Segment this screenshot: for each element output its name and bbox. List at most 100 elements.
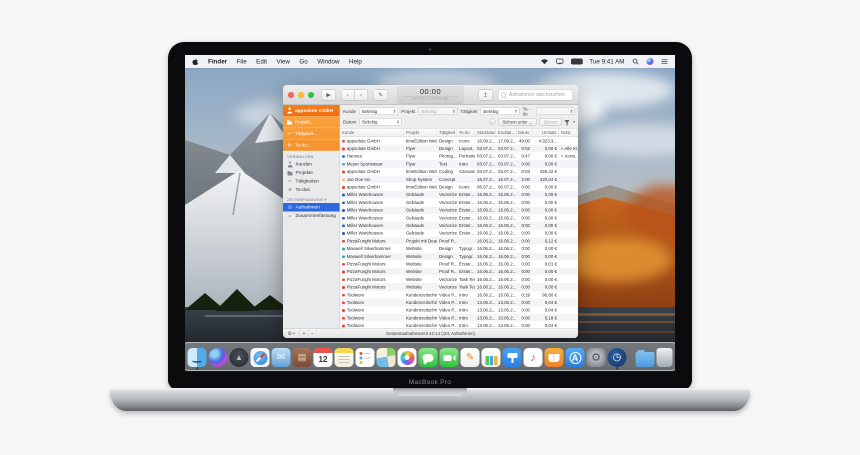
forward-button[interactable]: › xyxy=(354,89,368,101)
sidebar-item[interactable]: ≡ Zusammenfassung xyxy=(283,212,340,221)
display-icon[interactable] xyxy=(555,58,564,65)
dock-icon[interactable] xyxy=(334,348,354,367)
dock-icon[interactable]: 12 xyxy=(313,348,333,367)
table-row[interactable]: Maxwell Silverhammer Website Design Typo… xyxy=(340,252,578,261)
sidebar-item[interactable]: ✂ Tätigkeiten xyxy=(283,177,340,186)
table-header-cell[interactable]: Startdatum xyxy=(475,128,496,137)
back-button[interactable]: ‹ xyxy=(341,89,355,101)
dock-icon[interactable] xyxy=(544,348,564,367)
table-row[interactable]: Meyer Sportswear Flyer Text Intro 03.07.… xyxy=(340,160,578,168)
menu-item[interactable]: Go xyxy=(299,58,307,65)
table-header-cell[interactable]: Dauer xyxy=(517,128,532,137)
dock-icon[interactable]: ♪ xyxy=(523,348,543,367)
window-titlebar[interactable]: ▶ ‹ › ✎ 00:00 AKTUELLE AUFNAHME ↥ xyxy=(283,85,578,105)
sidebar-item[interactable]: ⚙ To-dos xyxy=(283,186,340,195)
dock-icon[interactable] xyxy=(250,348,270,367)
action-gear-button[interactable]: ⚙ ▾ xyxy=(283,329,300,338)
dock-icon[interactable]: ▲ xyxy=(229,348,249,367)
table-header-cell[interactable]: Kunde xyxy=(340,128,404,137)
sidebar-item[interactable]: ◷ Aufnahmen xyxy=(283,203,340,212)
add-recording-button[interactable]: + xyxy=(300,329,309,338)
menu-item[interactable]: Edit xyxy=(256,58,267,65)
datum-filter-dropdown[interactable]: Beliebig xyxy=(359,118,402,126)
close-button[interactable] xyxy=(288,91,294,98)
table-row[interactable]: Miller Warehouses Gebäude Vectorize Erst… xyxy=(340,214,578,222)
todo-filter-dropdown[interactable] xyxy=(535,107,575,115)
dock-icon[interactable] xyxy=(481,348,501,367)
menu-item[interactable]: Window xyxy=(317,58,339,65)
table-header-cell[interactable]: Enddat... ∨ xyxy=(496,128,517,137)
dock-icon[interactable] xyxy=(502,348,522,367)
sidebar-quick-item[interactable]: ⚙ To-do... xyxy=(283,140,340,151)
dock-icon[interactable] xyxy=(418,348,438,367)
table-row[interactable]: Hannes Flyer Photog... Portraits 03.07.2… xyxy=(340,152,578,160)
menu-item[interactable]: File xyxy=(237,58,247,65)
dock-icon[interactable] xyxy=(635,350,655,367)
remove-filter-button[interactable]: − xyxy=(488,118,496,125)
dock-icon[interactable] xyxy=(630,345,632,367)
sidebar-item[interactable]: Projekte xyxy=(283,169,340,178)
spotlight-icon[interactable] xyxy=(632,58,639,65)
sidebar-quick-item[interactable]: appsolute GmbH xyxy=(283,105,340,117)
menu-item[interactable]: Help xyxy=(349,58,362,65)
kunde-filter-dropdown[interactable]: Beliebig xyxy=(359,107,399,115)
apple-menu-icon[interactable] xyxy=(192,58,199,66)
table-row[interactable]: Maxwell Silverhammer Website Design Typo… xyxy=(340,245,578,253)
dock-icon[interactable]: ▤ xyxy=(292,348,312,367)
dock-icon[interactable] xyxy=(439,348,459,367)
sidebar-section-zeiterfassung[interactable]: ZEITERFASSUNG ▾ xyxy=(283,194,340,203)
table-row[interactable]: appsolute GmbH timeEdition Web... Design… xyxy=(340,183,578,191)
save-filter-as-button[interactable]: Sichern unter ... xyxy=(498,118,537,126)
table-row[interactable]: Toolworx Kundenzeitschrift Video P... In… xyxy=(340,322,578,329)
table-row[interactable]: Miller Warehouses Gebäude Vectorize Erst… xyxy=(340,221,578,230)
table-row[interactable]: PizzaFunghi Motors Website Proof R... Er… xyxy=(340,260,578,268)
table-row[interactable]: Joe Doe Inc. Shop System Concept 16.07.2… xyxy=(340,175,578,184)
table-row[interactable]: Miller Warehouses Gebäude Vectorize Erst… xyxy=(340,199,578,207)
dock-icon[interactable]: A xyxy=(565,348,585,367)
remove-recording-button[interactable]: − xyxy=(309,329,317,338)
sidebar-quick-item[interactable]: ✂ Tätigkeit... xyxy=(283,128,340,140)
dock-icon[interactable] xyxy=(208,348,228,367)
table-row[interactable]: Toolworx Kundenzeitschrift Video P... In… xyxy=(340,298,578,307)
table-row[interactable]: PizzaFunghi Motors Projekt mit Dead... P… xyxy=(340,237,578,245)
dock-icon[interactable] xyxy=(397,348,417,367)
table-row[interactable]: appsolute GmbH timeEdition Web... Design… xyxy=(340,137,578,145)
table-row[interactable]: Miller Warehouses Gebäude Vectorize Erst… xyxy=(340,206,578,214)
table-row[interactable]: appsolute GmbH timeEdition Web... Coding… xyxy=(340,168,578,176)
siri-icon[interactable] xyxy=(646,58,654,65)
filter-funnel-icon[interactable] xyxy=(564,120,570,126)
table-row[interactable]: Miller Warehouses Gebäude Vectorize Erst… xyxy=(340,190,578,199)
share-button[interactable]: ↥ xyxy=(478,89,493,101)
dock-icon[interactable]: ◷ xyxy=(607,348,627,367)
table-row[interactable]: Toolworx Kundenzeitschrift Video P... In… xyxy=(340,291,578,299)
table-row[interactable]: PizzaFunghi Motors Website Proof R... Er… xyxy=(340,267,578,276)
sidebar-quick-item[interactable]: Projekt... xyxy=(283,117,340,128)
table-header-cell[interactable]: Tätigkeit xyxy=(437,128,457,137)
menu-bar-clock[interactable]: Tue 9:41 AM xyxy=(589,58,624,65)
dock-icon[interactable] xyxy=(656,348,673,367)
battery-icon[interactable] xyxy=(570,58,582,65)
table-row[interactable]: PizzaFunghi Motors Website Vectorize Tas… xyxy=(340,283,578,291)
table-row[interactable]: Toolworx Kundenzeitschrift Video P... In… xyxy=(340,306,578,314)
table-row[interactable]: Toolworx Kundenzeitschrift Video P... In… xyxy=(340,313,578,322)
save-filter-button[interactable]: Sichern xyxy=(539,118,562,126)
dock-icon[interactable] xyxy=(376,348,396,367)
dock-icon[interactable] xyxy=(355,348,375,367)
table-row[interactable]: Miller Warehouses Gebäude Vectorize Erst… xyxy=(340,229,578,237)
table-row[interactable]: PizzaFunghi Motors Website Vectorize Tas… xyxy=(340,276,578,284)
wifi-icon[interactable] xyxy=(540,59,548,65)
record-play-button[interactable]: ▶ xyxy=(321,89,336,101)
dock-icon[interactable]: ✉ xyxy=(271,348,291,367)
menu-item[interactable]: Finder xyxy=(208,58,227,65)
search-field[interactable] xyxy=(498,89,573,101)
zoom-button[interactable] xyxy=(308,91,314,98)
dock-icon[interactable]: ⚙ xyxy=(586,348,606,367)
filter-caret-icon[interactable]: ▾ xyxy=(573,120,575,124)
dock-icon[interactable]: ‿ xyxy=(187,348,207,367)
search-input[interactable] xyxy=(508,91,570,98)
taetigkeit-filter-dropdown[interactable]: Beliebig xyxy=(480,107,520,115)
table-header-cell[interactable]: Projekt xyxy=(404,128,437,137)
menu-item[interactable]: View xyxy=(276,58,289,65)
sidebar-item[interactable]: Kunden xyxy=(283,160,340,169)
table-header-cell[interactable]: To-do xyxy=(457,128,475,137)
